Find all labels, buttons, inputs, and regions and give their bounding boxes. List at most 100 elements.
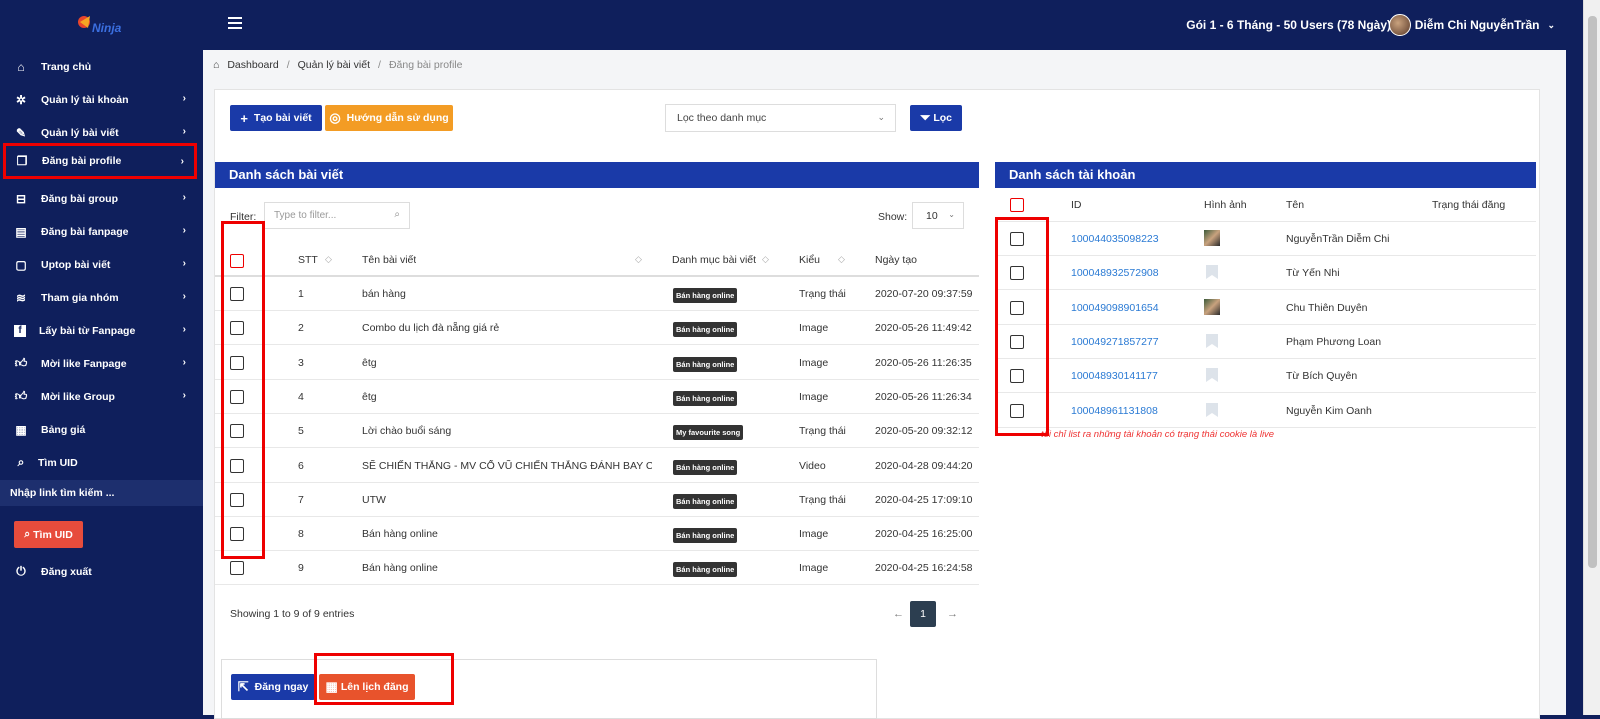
sidebar-item-invite-fanpage[interactable]: 👍︎ Mời like Fanpage › bbox=[0, 347, 203, 380]
post-filter-input[interactable]: Type to filter... ⌕ bbox=[264, 202, 410, 229]
select-all-posts-checkbox[interactable] bbox=[230, 254, 244, 268]
pencil-icon: ✎ bbox=[15, 125, 27, 140]
table-row[interactable]: 100048961131808 Nguyễn Kim Oanh bbox=[995, 394, 1536, 428]
table-row[interactable]: 100049271857277 Phạm Phương Loan bbox=[995, 325, 1536, 359]
table-row[interactable]: 7 UTW Bán hàng online Trạng thái 2020-04-25 … bbox=[215, 483, 979, 517]
column-stt[interactable]: STT bbox=[298, 254, 318, 266]
sidebar-item-join-group[interactable]: ≋ Tham gia nhóm › bbox=[0, 281, 203, 314]
column-name[interactable]: Tên bbox=[1286, 199, 1304, 211]
sidebar-item-invite-group[interactable]: 👍︎ Mời like Group › bbox=[0, 380, 203, 413]
row-checkbox[interactable] bbox=[1010, 334, 1024, 349]
filter-button[interactable]: ⏷ Lọc bbox=[910, 105, 962, 131]
page-size-select[interactable]: 10 ⌄ bbox=[912, 202, 964, 229]
breadcrumb-dashboard[interactable]: Dashboard bbox=[227, 59, 278, 71]
table-row[interactable]: 1 bán hàng Bán hàng online Trạng thái 2020-0… bbox=[215, 277, 979, 311]
row-post-name[interactable]: Lời chào buổi sáng bbox=[362, 425, 652, 437]
page-scrollbar[interactable] bbox=[1583, 0, 1600, 715]
page-1-button[interactable]: 1 bbox=[910, 601, 936, 627]
row-post-name[interactable]: Combo du lịch đà nẵng giá rẻ bbox=[362, 322, 652, 334]
column-created[interactable]: Ngày tạo bbox=[875, 254, 917, 266]
row-checkbox[interactable] bbox=[1010, 300, 1024, 315]
column-image[interactable]: Hình ảnh bbox=[1204, 199, 1247, 211]
row-checkbox[interactable] bbox=[230, 287, 244, 301]
row-checkbox[interactable] bbox=[1010, 403, 1024, 418]
breadcrumb-posts[interactable]: Quản lý bài viết bbox=[298, 59, 370, 71]
sidebar-item-profile-post[interactable]: ❐ Đăng bài profile › bbox=[3, 143, 197, 179]
table-row[interactable]: 100048932572908 Từ Yến Nhi bbox=[995, 256, 1536, 291]
column-post-status[interactable]: Trạng thái đăng bbox=[1432, 199, 1505, 211]
sidebar-item-pricing[interactable]: ▦ Bảng giá bbox=[0, 413, 203, 446]
sidebar-item-accounts[interactable]: ✲ Quản lý tài khoản › bbox=[0, 83, 203, 116]
row-checkbox[interactable] bbox=[1010, 232, 1024, 246]
sort-icon[interactable]: ◇ bbox=[838, 254, 845, 265]
row-post-name[interactable]: SẼ CHIẾN THẮNG - MV CỔ VŨ CHIẾN THẮNG ĐÁ… bbox=[362, 460, 652, 472]
account-id-link[interactable]: 100049271857277 bbox=[1071, 336, 1159, 348]
scrollbar-thumb[interactable] bbox=[1588, 16, 1597, 568]
column-id[interactable]: ID bbox=[1071, 199, 1082, 211]
category-filter-select[interactable]: Lọc theo danh mục ⌄ bbox=[665, 104, 896, 132]
ninja-logo[interactable]: Ninja bbox=[76, 12, 128, 38]
sidebar-item-logout[interactable]: ⏻ Đăng xuất bbox=[0, 555, 203, 588]
account-id-link[interactable]: 100048961131808 bbox=[1071, 405, 1158, 417]
table-row[interactable]: 4 êtg Bán hàng online Image 2020-05-26 11:26… bbox=[215, 380, 979, 414]
row-post-name[interactable]: êtg bbox=[362, 391, 652, 403]
table-row[interactable]: 8 Bán hàng online Bán hàng online Image 2020… bbox=[215, 517, 979, 552]
thumbs-up-icon: 👍︎ bbox=[14, 389, 28, 403]
row-checkbox[interactable] bbox=[1010, 266, 1024, 281]
row-post-name[interactable]: UTW bbox=[362, 494, 652, 506]
select-all-accounts-checkbox[interactable] bbox=[1010, 198, 1024, 212]
sort-icon[interactable]: ◇ bbox=[635, 254, 642, 265]
row-post-name[interactable]: Bán hàng online bbox=[362, 562, 652, 574]
sidebar-item-find-uid[interactable]: ⌕ Tìm UID bbox=[0, 446, 203, 479]
next-page-button[interactable]: → bbox=[947, 608, 958, 620]
account-id-link[interactable]: 100048930141177 bbox=[1071, 370, 1158, 382]
table-row[interactable]: 100048930141177 Từ Bích Quyên bbox=[995, 359, 1536, 394]
table-row[interactable]: 6 SẼ CHIẾN THẮNG - MV CỔ VŨ CHIẾN THẮNG Đ… bbox=[215, 449, 979, 483]
menu-toggle-icon[interactable] bbox=[228, 17, 242, 29]
post-now-button[interactable]: ⇱ Đăng ngay bbox=[231, 674, 315, 700]
sidebar-item-uptop[interactable]: ▢ Uptop bài viết › bbox=[0, 248, 203, 281]
guide-button[interactable]: ◎ Hướng dẫn sử dụng bbox=[325, 105, 453, 131]
create-post-button[interactable]: + Tạo bài viết bbox=[230, 105, 322, 131]
sidebar-item-fanpage-post[interactable]: ▤ Đăng bài fanpage › bbox=[0, 215, 203, 248]
plus-icon: + bbox=[240, 110, 248, 126]
prev-page-button[interactable]: ← bbox=[893, 608, 904, 620]
row-checkbox[interactable] bbox=[230, 321, 244, 336]
find-uid-button[interactable]: ⌕ Tìm UID bbox=[14, 521, 83, 548]
table-row[interactable]: 2 Combo du lịch đà nẵng giá rẻ Bán hàng on… bbox=[215, 311, 979, 346]
row-checkbox[interactable] bbox=[230, 527, 244, 542]
sidebar-item-label: Tham gia nhóm bbox=[41, 291, 119, 304]
table-row[interactable]: 9 Bán hàng online Bán hàng online Image 2020… bbox=[215, 551, 979, 586]
account-id-link[interactable]: 100044035098223 bbox=[1071, 233, 1159, 245]
row-post-name[interactable]: bán hàng bbox=[362, 288, 652, 300]
uid-search-input[interactable]: Nhập link tìm kiếm ... bbox=[0, 480, 203, 506]
row-checkbox[interactable] bbox=[230, 561, 244, 576]
account-id-link[interactable]: 100049098901654 bbox=[1071, 302, 1159, 314]
account-id-link[interactable]: 100048932572908 bbox=[1071, 267, 1159, 279]
book-icon: ▤ bbox=[15, 224, 27, 239]
column-post-name[interactable]: Tên bài viết bbox=[362, 254, 416, 266]
sort-icon[interactable]: ◇ bbox=[762, 254, 769, 265]
sidebar-item-group-post[interactable]: ⊟ Đăng bài group › bbox=[0, 182, 203, 215]
row-post-name[interactable]: êtg bbox=[362, 357, 652, 369]
row-post-name[interactable]: Bán hàng online bbox=[362, 528, 652, 540]
gear-icon: ✲ bbox=[15, 92, 27, 107]
row-checkbox[interactable] bbox=[230, 458, 244, 473]
sort-icon[interactable]: ◇ bbox=[325, 254, 332, 265]
table-row[interactable]: 3 êtg Bán hàng online Image 2020-05-26 11:26… bbox=[215, 346, 979, 380]
row-checkbox[interactable] bbox=[230, 492, 244, 507]
schedule-button[interactable]: ▦ Lên lịch đăng bbox=[319, 674, 415, 700]
table-row[interactable]: 100049098901654 Chu Thiên Duyên bbox=[995, 291, 1536, 325]
sidebar-item-fetch-fanpage[interactable]: f Lấy bài từ Fanpage › bbox=[0, 314, 203, 347]
user-menu[interactable]: Diễm Chi NguyễnTrần ⌄ bbox=[1388, 14, 1555, 36]
row-checkbox[interactable] bbox=[230, 424, 244, 439]
row-checkbox[interactable] bbox=[1010, 369, 1024, 384]
table-row[interactable]: 100044035098223 NguyễnTrần Diễm Chi bbox=[995, 222, 1536, 256]
table-row[interactable]: 5 Lời chào buổi sáng My favourite song Trạn… bbox=[215, 414, 979, 449]
sidebar-item-home[interactable]: ⌂ Trang chủ bbox=[0, 50, 203, 83]
posts-panel-title: Danh sách bài viết bbox=[215, 162, 979, 188]
column-type[interactable]: Kiểu bbox=[799, 254, 820, 266]
column-category[interactable]: Danh mục bài viết bbox=[672, 254, 756, 266]
row-checkbox[interactable] bbox=[230, 355, 244, 370]
row-checkbox[interactable] bbox=[230, 389, 244, 404]
